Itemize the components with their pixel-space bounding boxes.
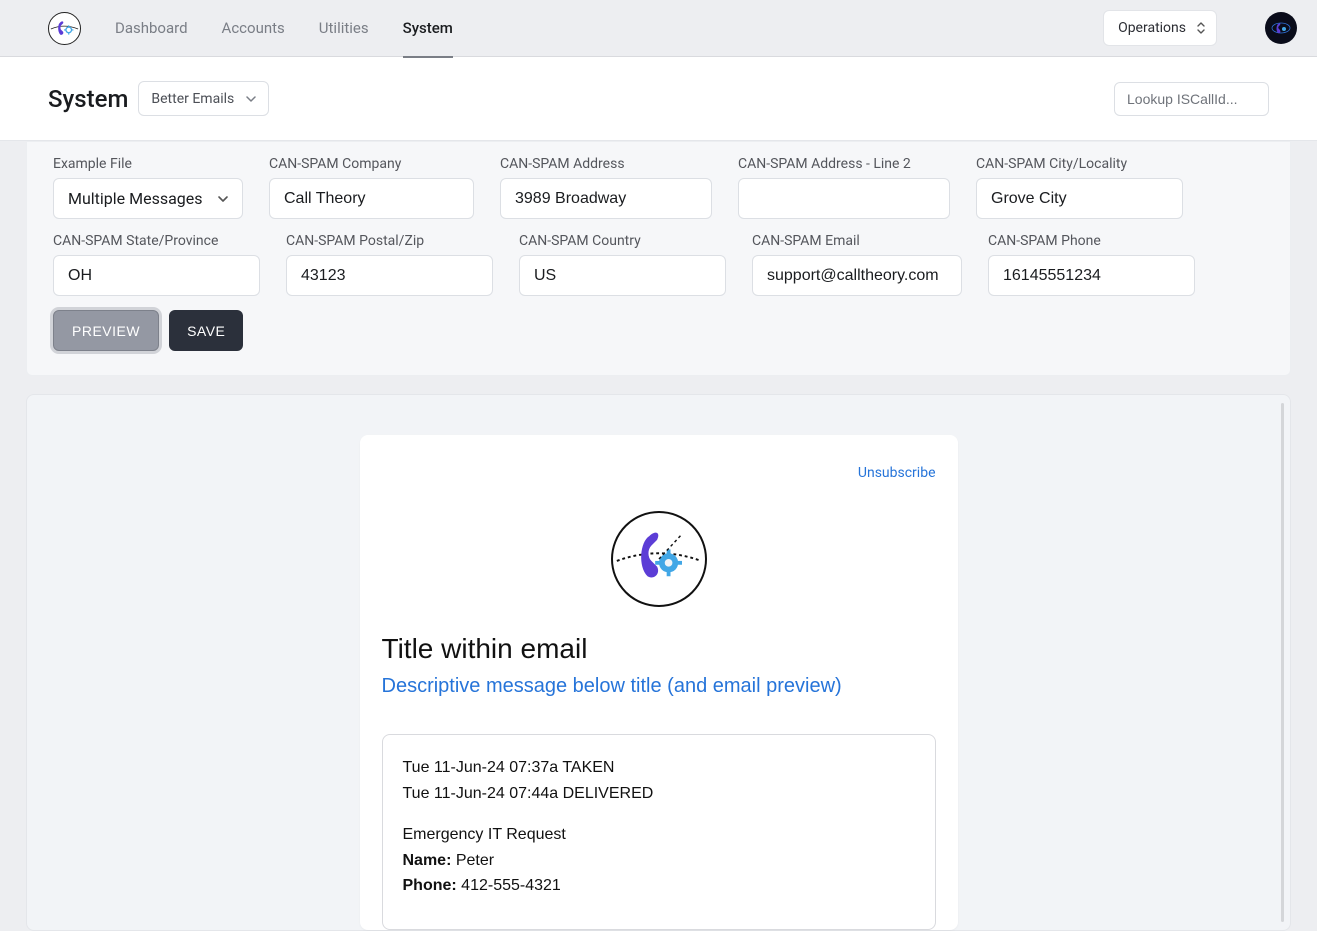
postal-input[interactable] — [286, 255, 493, 296]
settings-form: Example File Multiple Messages CAN-SPAM … — [26, 141, 1291, 376]
msg-line-delivered: Tue 11-Jun-24 07:44a DELIVERED — [403, 781, 915, 807]
brand-logo — [48, 12, 81, 45]
email-title: Title within email — [382, 633, 936, 665]
email-logo — [611, 511, 707, 607]
avatar[interactable] — [1265, 12, 1297, 44]
top-nav: Dashboard Accounts Utilities System Oper… — [0, 0, 1317, 57]
example-file-select[interactable]: Multiple Messages — [53, 178, 243, 219]
unsubscribe-link[interactable]: Unsubscribe — [382, 465, 936, 481]
label-email: CAN-SPAM Email — [752, 233, 962, 249]
avatar-icon — [1271, 18, 1291, 38]
address-input[interactable] — [500, 178, 712, 219]
email-subtitle: Descriptive message below title (and ema… — [382, 675, 936, 698]
example-file-select-value: Multiple Messages — [68, 189, 203, 208]
nav-accounts[interactable]: Accounts — [222, 0, 285, 57]
msg-line-name: Name: Peter — [403, 848, 915, 874]
label-example-file: Example File — [53, 156, 243, 172]
phone-input[interactable] — [988, 255, 1195, 296]
msg-line-phone: Phone: 412-555-4321 — [403, 873, 915, 899]
label-phone: CAN-SPAM Phone — [988, 233, 1195, 249]
label-company: CAN-SPAM Company — [269, 156, 474, 172]
page-title: System — [48, 85, 128, 113]
nav-system[interactable]: System — [403, 0, 453, 57]
section-dropdown-label: Better Emails — [151, 91, 234, 107]
msg-line-request: Emergency IT Request — [403, 822, 915, 848]
sub-header: System Better Emails — [0, 57, 1317, 141]
label-city: CAN-SPAM City/Locality — [976, 156, 1183, 172]
label-country: CAN-SPAM Country — [519, 233, 726, 249]
label-postal: CAN-SPAM Postal/Zip — [286, 233, 493, 249]
nav-dashboard[interactable]: Dashboard — [115, 0, 188, 57]
lookup-input[interactable] — [1114, 82, 1269, 116]
city-input[interactable] — [976, 178, 1183, 219]
country-input[interactable] — [519, 255, 726, 296]
email-card: Unsubscribe Title wit — [360, 435, 958, 930]
msg-line-taken: Tue 11-Jun-24 07:37a TAKEN — [403, 755, 915, 781]
chevron-up-down-icon — [1196, 21, 1206, 35]
label-address2: CAN-SPAM Address - Line 2 — [738, 156, 950, 172]
chevron-down-icon — [216, 192, 230, 206]
state-input[interactable] — [53, 255, 260, 296]
address2-input[interactable] — [738, 178, 950, 219]
email-preview-panel: Unsubscribe Title wit — [26, 394, 1291, 931]
operations-dropdown-label: Operations — [1118, 20, 1186, 36]
save-button[interactable]: SAVE — [169, 310, 243, 351]
email-message-box: Tue 11-Jun-24 07:37a TAKEN Tue 11-Jun-24… — [382, 734, 936, 930]
operations-dropdown[interactable]: Operations — [1103, 10, 1217, 46]
section-dropdown[interactable]: Better Emails — [138, 81, 269, 116]
label-address: CAN-SPAM Address — [500, 156, 712, 172]
preview-scrollbar[interactable] — [1281, 403, 1284, 922]
preview-button[interactable]: PREVIEW — [53, 310, 159, 351]
label-state: CAN-SPAM State/Province — [53, 233, 260, 249]
nav-utilities[interactable]: Utilities — [319, 0, 369, 57]
chevron-down-icon — [244, 92, 258, 106]
company-input[interactable] — [269, 178, 474, 219]
email-input[interactable] — [752, 255, 962, 296]
